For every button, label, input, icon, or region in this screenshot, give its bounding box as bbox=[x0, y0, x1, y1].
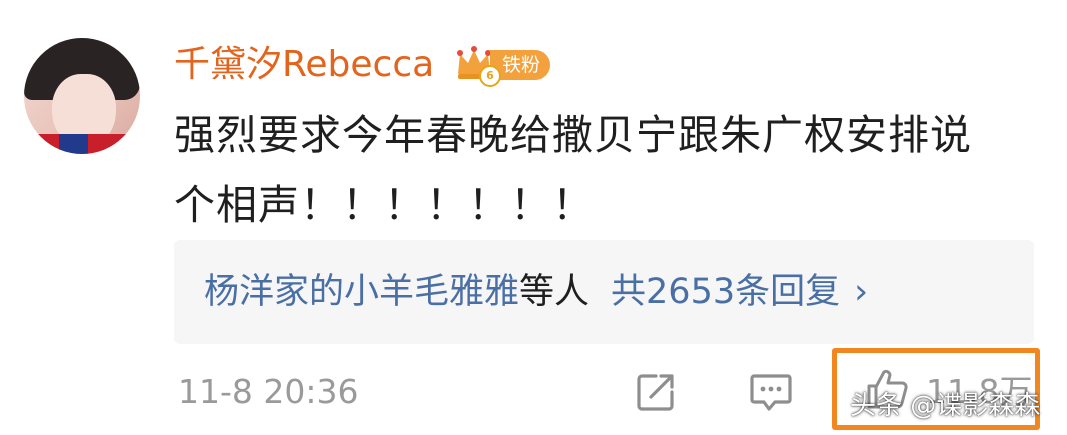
avatar[interactable] bbox=[24, 38, 140, 154]
replies-preview[interactable]: 杨洋家的小羊毛雅雅等人 共2653条回复 › bbox=[174, 240, 1034, 344]
comment-text: 强烈要求今年春晚给撒贝宁跟朱广权安排说 个相声！！！！！！！ bbox=[174, 100, 1044, 240]
comment-icon[interactable] bbox=[748, 370, 794, 414]
avatar-shirt bbox=[24, 134, 140, 154]
fan-badge-level: 6 bbox=[479, 65, 501, 87]
comment-line: 强烈要求今年春晚给撒贝宁跟朱广权安排说 bbox=[174, 111, 972, 159]
fan-badge[interactable]: 铁粉 6 bbox=[454, 44, 551, 87]
chevron-right-icon: › bbox=[854, 272, 869, 312]
reply-users-suffix: 等人 bbox=[519, 272, 590, 312]
timestamp: 11-8 20:36 bbox=[178, 372, 359, 411]
share-icon[interactable] bbox=[634, 370, 678, 414]
comment-line: 个相声！！！！！！！ bbox=[174, 181, 594, 229]
reply-count-link[interactable]: 共2653条回复 bbox=[611, 272, 840, 312]
username[interactable]: 千黛汐Rebecca bbox=[174, 41, 434, 89]
watermark: 头条 @谍影森森 bbox=[850, 391, 1041, 421]
replies-row: 杨洋家的小羊毛雅雅等人 共2653条回复 › bbox=[204, 268, 868, 316]
reply-users-link[interactable]: 杨洋家的小羊毛雅雅 bbox=[204, 272, 519, 312]
